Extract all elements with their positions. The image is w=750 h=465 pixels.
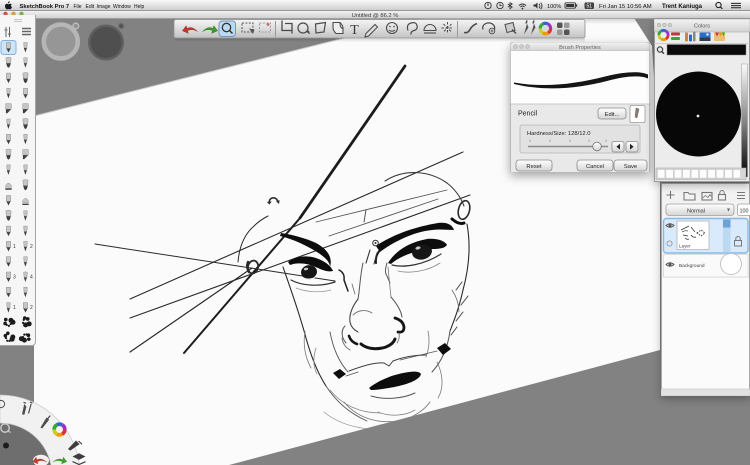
svg-text:Edit...: Edit... bbox=[605, 112, 620, 118]
svg-text:Pencil: Pencil bbox=[518, 111, 538, 118]
svg-text:Reset: Reset bbox=[526, 164, 542, 170]
svg-text:51: 51 bbox=[587, 4, 593, 10]
svg-text:Trent Kaniuga: Trent Kaniuga bbox=[662, 4, 703, 10]
svg-text:Layer: Layer bbox=[679, 244, 691, 249]
svg-text:100%: 100% bbox=[547, 4, 561, 10]
svg-text:Brush Properties: Brush Properties bbox=[559, 45, 601, 51]
svg-text:Background: Background bbox=[679, 263, 705, 269]
svg-text:SketchBook Pro 7: SketchBook Pro 7 bbox=[20, 4, 70, 10]
svg-text:Cancel: Cancel bbox=[586, 164, 604, 170]
svg-text:1: 1 bbox=[13, 244, 16, 250]
svg-text:Hardness/Size: 128/12.0: Hardness/Size: 128/12.0 bbox=[527, 131, 590, 137]
svg-text:2: 2 bbox=[30, 244, 33, 250]
svg-text:Image: Image bbox=[97, 4, 111, 10]
svg-text:Help: Help bbox=[134, 4, 145, 10]
svg-text:4: 4 bbox=[30, 275, 33, 281]
svg-text:2: 2 bbox=[30, 305, 33, 311]
svg-text:Fri Jan 15 10:56 AM: Fri Jan 15 10:56 AM bbox=[599, 4, 652, 10]
svg-text:3: 3 bbox=[13, 275, 16, 281]
svg-text:Save: Save bbox=[624, 164, 637, 170]
svg-text:100: 100 bbox=[740, 209, 749, 215]
svg-text:1: 1 bbox=[13, 305, 16, 311]
svg-text:Colors: Colors bbox=[694, 24, 710, 30]
svg-text:File: File bbox=[74, 4, 82, 10]
svg-text:Normal: Normal bbox=[687, 209, 705, 215]
svg-text:Window: Window bbox=[113, 4, 131, 10]
svg-text:Edit: Edit bbox=[86, 4, 95, 10]
